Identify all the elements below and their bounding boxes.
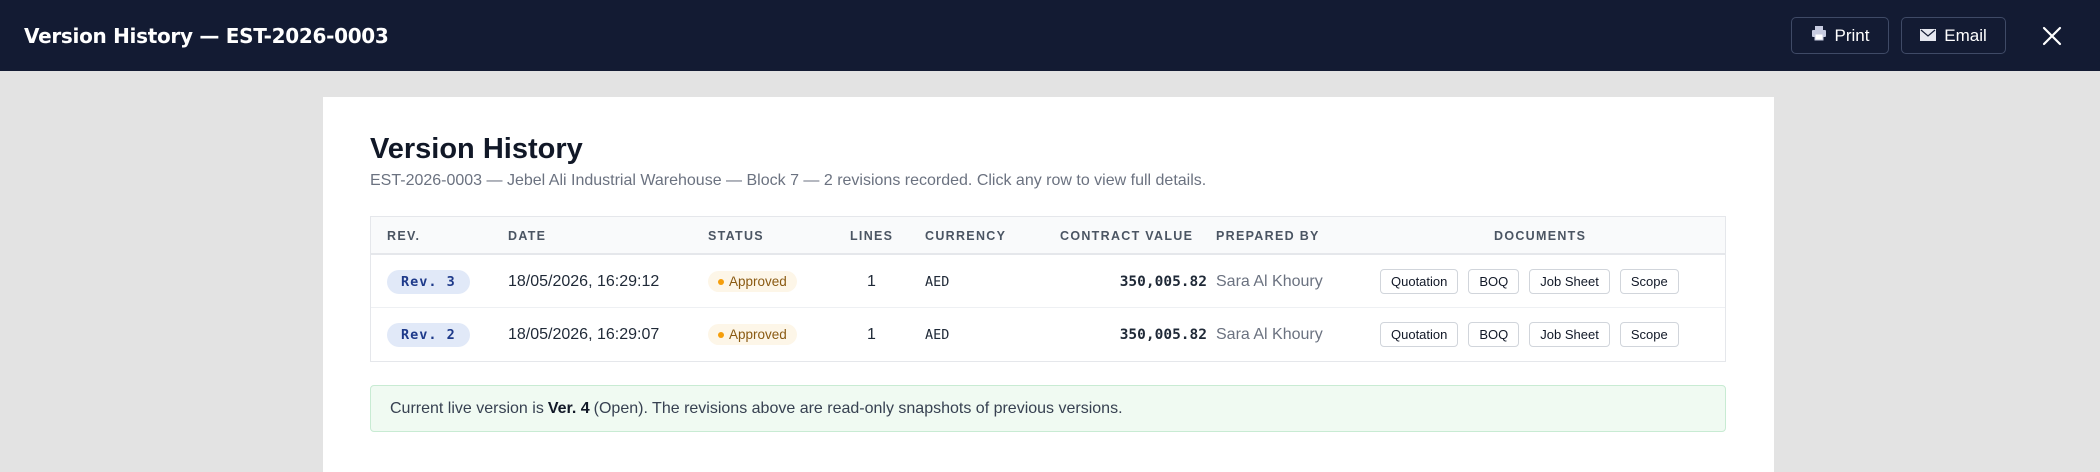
live-version-note: Current live version is Ver. 4 (Open). T… <box>370 385 1726 432</box>
window-title: Version History — EST-2026-0003 <box>24 23 389 48</box>
col-rev: REV. <box>387 229 421 243</box>
envelope-icon <box>1920 26 1937 46</box>
revision-badge: Rev. 3 <box>387 269 470 294</box>
row-date: 18/05/2026, 16:29:07 <box>508 325 660 343</box>
note-prefix: Current live version is <box>390 399 544 417</box>
email-label: Email <box>1944 25 1987 45</box>
row-prepared-by: Sara Al Khoury <box>1216 272 1323 290</box>
status-badge: Approved <box>708 324 797 345</box>
row-date: 18/05/2026, 16:29:12 <box>508 272 660 290</box>
col-documents: DOCUMENTS <box>1494 229 1587 243</box>
status-badge: Approved <box>708 271 797 292</box>
row-currency: AED <box>925 326 950 343</box>
scope-doc-button[interactable]: Scope <box>1619 269 1679 294</box>
status-dot-icon <box>718 278 724 285</box>
boq-doc-button[interactable]: BOQ <box>1468 322 1520 347</box>
title-bar: Version History — EST-2026-0003 Print Em… <box>0 0 2100 71</box>
page-title: Version History <box>370 133 583 165</box>
scope-doc-button[interactable]: Scope <box>1619 322 1679 347</box>
row-currency: AED <box>925 273 950 290</box>
col-status: STATUS <box>708 229 764 243</box>
row-lines: 1 <box>867 325 876 343</box>
row-contract-value: 350,005.82 <box>1119 326 1207 343</box>
col-date: DATE <box>508 229 547 243</box>
close-icon[interactable] <box>2036 20 2068 52</box>
status-label: Approved <box>729 274 787 289</box>
print-label: Print <box>1834 25 1870 45</box>
row-lines: 1 <box>867 272 876 290</box>
status-dot-icon <box>718 331 724 338</box>
row-contract-value: 350,005.82 <box>1119 273 1207 290</box>
col-prepared-by: PREPARED BY <box>1216 229 1320 243</box>
boq-doc-button[interactable]: BOQ <box>1468 269 1520 294</box>
table-header: REV. DATE STATUS LINES CURRENCY CONTRACT… <box>371 217 1725 255</box>
note-suffix: (Open). The revisions above are read-onl… <box>593 399 1123 417</box>
quotation-doc-button[interactable]: Quotation <box>1380 322 1459 347</box>
job-sheet-doc-button[interactable]: Job Sheet <box>1529 269 1610 294</box>
col-contract-value: CONTRACT VALUE <box>1060 229 1194 243</box>
page-subtitle: EST-2026-0003 — Jebel Ali Industrial War… <box>370 172 1207 189</box>
col-currency: CURRENCY <box>925 229 1007 243</box>
col-lines: LINES <box>850 229 894 243</box>
email-button[interactable]: Email <box>1901 17 2006 54</box>
print-button[interactable]: Print <box>1791 17 1889 54</box>
revisions-table: REV. DATE STATUS LINES CURRENCY CONTRACT… <box>370 216 1726 362</box>
job-sheet-doc-button[interactable]: Job Sheet <box>1529 322 1610 347</box>
printer-icon <box>1811 25 1827 46</box>
quotation-doc-button[interactable]: Quotation <box>1380 269 1459 294</box>
status-label: Approved <box>729 327 787 342</box>
table-row[interactable]: Rev. 2 18/05/2026, 16:29:07 Approved 1 A… <box>371 308 1725 361</box>
revision-badge: Rev. 2 <box>387 322 470 347</box>
live-version-label: Ver. 4 <box>547 399 590 417</box>
table-row[interactable]: Rev. 3 18/05/2026, 16:29:12 Approved 1 A… <box>371 255 1725 308</box>
version-history-card: Version History EST-2026-0003 — Jebel Al… <box>323 97 1774 472</box>
header-actions: Print Email <box>1791 17 2076 54</box>
row-prepared-by: Sara Al Khoury <box>1216 325 1323 343</box>
